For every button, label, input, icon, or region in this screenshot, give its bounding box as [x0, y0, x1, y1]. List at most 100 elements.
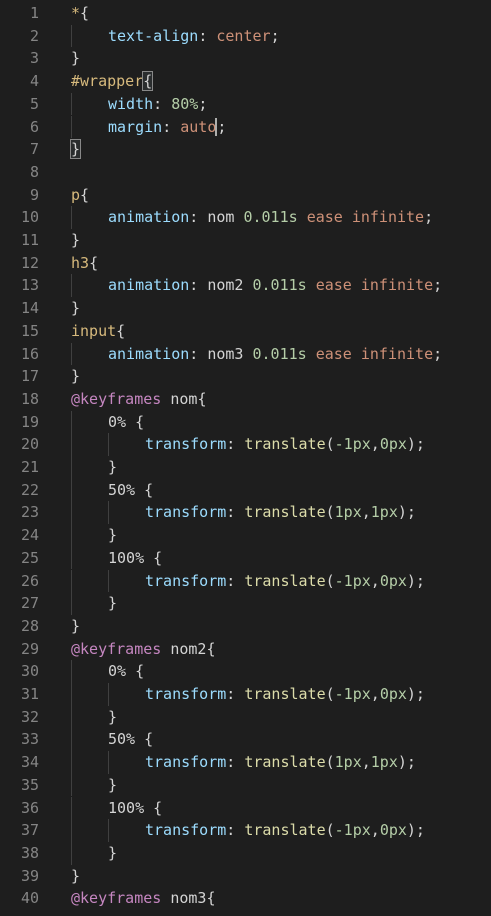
- code-line[interactable]: 7}: [0, 138, 491, 161]
- token-number: 0px: [379, 685, 407, 703]
- line-number: 15: [20, 321, 39, 340]
- code-text: input{: [71, 320, 125, 343]
- token-punc: );: [406, 571, 425, 590]
- code-line[interactable]: 8: [0, 161, 491, 184]
- code-line[interactable]: 1 *{: [0, 2, 491, 25]
- code-line[interactable]: 38}: [0, 841, 491, 865]
- code-line[interactable]: 28}: [0, 615, 491, 638]
- token-punc: (: [325, 435, 335, 454]
- token-punc: :: [189, 344, 208, 363]
- token-func: translate: [244, 753, 326, 772]
- code-line[interactable]: 34 transform: translate(1px,1px);: [0, 751, 491, 774]
- token-punc: }: [71, 49, 81, 68]
- indent-guide: [71, 274, 72, 298]
- code-line[interactable]: 27}: [0, 592, 491, 615]
- line-number: 17: [20, 367, 39, 386]
- line-number: 2: [29, 26, 39, 45]
- code-line[interactable]: 3}: [0, 47, 491, 70]
- indent-guide: [71, 524, 72, 547]
- token-number: -1px: [334, 821, 371, 840]
- indent-guide: [71, 728, 72, 752]
- line-number: 32: [20, 707, 39, 726]
- code-line[interactable]: 10 animation: nom 0.011s ease infinite;: [0, 206, 491, 229]
- code-line[interactable]: 29 @keyframes nom2{: [0, 638, 491, 661]
- token-number: 1px: [370, 503, 398, 522]
- code-line[interactable]: 37 transform: translate(-1px,0px);: [0, 819, 491, 842]
- code-line[interactable]: 18 @keyframes nom{: [0, 388, 491, 411]
- token-default: 0%: [108, 662, 136, 681]
- line-number: 8: [29, 162, 39, 181]
- token-punc: {: [80, 185, 90, 204]
- token-keyword: @keyframes: [71, 889, 162, 908]
- token-punc: (: [325, 753, 335, 772]
- indent-guide: [71, 773, 72, 797]
- code-text: }: [71, 615, 80, 638]
- token-value: infinite: [360, 276, 434, 295]
- code-line[interactable]: 6 margin: auto;: [0, 115, 491, 139]
- code-editor[interactable]: 1 *{2 text-align: center; 3} 4 #wrapper{5 widt…: [0, 0, 491, 916]
- code-line[interactable]: 25 100% {: [0, 546, 491, 570]
- token-default: [298, 208, 307, 226]
- code-line[interactable]: 40 @keyframes nom3{: [0, 887, 491, 910]
- code-line[interactable]: 12 h3{: [0, 252, 491, 275]
- code-line[interactable]: 23 transform: translate(1px,1px);: [0, 501, 491, 525]
- token-number: 0px: [379, 821, 407, 840]
- indent-guide: [71, 478, 72, 502]
- code-line[interactable]: 15 input{: [0, 320, 491, 343]
- code-line[interactable]: 31 transform: translate(-1px,0px);: [0, 683, 491, 706]
- token-punc: }: [69, 139, 82, 160]
- token-prop: transform: [145, 435, 227, 454]
- code-line[interactable]: 36 100% {: [0, 796, 491, 820]
- token-default: [352, 345, 361, 363]
- line-number: 27: [20, 594, 39, 613]
- code-line[interactable]: 21}: [0, 456, 491, 479]
- code-line[interactable]: 11}: [0, 229, 491, 252]
- code-line[interactable]: 4 #wrapper{: [0, 70, 491, 93]
- indent-guide: [108, 751, 109, 774]
- code-text: }: [71, 297, 80, 320]
- token-default: 50%: [108, 480, 145, 499]
- token-punc: :: [226, 821, 245, 840]
- token-value: center: [216, 26, 271, 45]
- code-line[interactable]: 17}: [0, 365, 491, 388]
- code-line[interactable]: 33 50% {: [0, 728, 491, 752]
- token-default: [352, 276, 361, 294]
- token-punc: (: [325, 503, 335, 522]
- token-func: translate: [244, 571, 326, 590]
- line-number: 13: [20, 276, 39, 295]
- token-punc: );: [397, 753, 416, 772]
- token-prop: transform: [145, 571, 227, 590]
- code-line[interactable]: 24}: [0, 524, 491, 547]
- code-line[interactable]: 19 0% {: [0, 410, 491, 434]
- code-line[interactable]: 26 transform: translate(-1px,0px);: [0, 569, 491, 593]
- token-punc: {: [142, 71, 154, 92]
- code-line[interactable]: 13 animation: nom2 0.011s ease infinite;: [0, 274, 491, 298]
- token-punc: }: [71, 866, 81, 885]
- token-punc: );: [406, 685, 425, 703]
- token-punc: :: [226, 435, 245, 454]
- code-line[interactable]: 14}: [0, 297, 491, 320]
- code-line[interactable]: 5 width: 80%;: [0, 92, 491, 116]
- code-line[interactable]: 22 50% {: [0, 478, 491, 502]
- code-line[interactable]: 16 animation: nom3 0.011s ease infinite;: [0, 342, 491, 366]
- token-number: 1px: [334, 753, 362, 772]
- code-line[interactable]: 39}: [0, 865, 491, 888]
- line-number: 39: [20, 866, 39, 885]
- code-line[interactable]: 2 text-align: center;: [0, 24, 491, 48]
- code-text: transform: translate(-1px,0px);: [145, 683, 425, 706]
- token-punc: );: [406, 821, 425, 840]
- token-value: auto: [180, 117, 217, 136]
- line-number: 37: [20, 821, 39, 840]
- line-number: 16: [20, 344, 39, 363]
- code-line[interactable]: 35}: [0, 773, 491, 797]
- token-default: [307, 276, 316, 294]
- code-line[interactable]: 32}: [0, 705, 491, 729]
- code-line[interactable]: 20 transform: translate(-1px,0px);: [0, 433, 491, 456]
- token-default: [307, 345, 316, 363]
- indent-guide: [71, 24, 72, 48]
- code-line[interactable]: 30 0% {: [0, 660, 491, 683]
- indent-guide: [71, 456, 72, 479]
- token-punc: }: [71, 367, 81, 386]
- code-line[interactable]: 9 p{: [0, 184, 491, 207]
- token-punc: :: [226, 571, 245, 590]
